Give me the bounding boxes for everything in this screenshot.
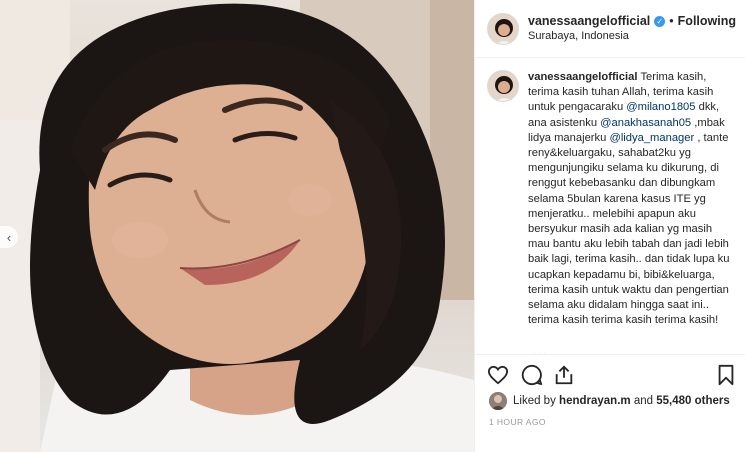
avatar-image: [489, 392, 507, 410]
liked-by-prefix: Liked by: [513, 395, 556, 407]
actions-section: Liked by hendrayan.m and 55,480 others 1…: [475, 354, 745, 452]
chevron-left-icon: ‹: [6, 229, 12, 245]
post-sidebar: vanessaangelofficial ✓ • Following Surab…: [474, 0, 745, 452]
location-link[interactable]: Surabaya, Indonesia: [528, 29, 736, 44]
header-username[interactable]: vanessaangelofficial: [528, 14, 650, 29]
post-timestamp[interactable]: 1 HOUR AGO: [489, 417, 546, 427]
caption-username[interactable]: vanessaangelofficial: [528, 71, 637, 83]
mention-link[interactable]: @lidya_manager: [609, 132, 694, 144]
separator-dot: •: [669, 13, 674, 28]
liker-username[interactable]: hendrayan.m: [559, 395, 631, 407]
avatar[interactable]: [487, 12, 519, 45]
portrait-image: [0, 0, 474, 452]
action-icons: [475, 362, 745, 388]
bookmark-icon: [718, 364, 734, 386]
mention-link[interactable]: @anakhasanah05: [600, 117, 691, 129]
comment-icon: [521, 364, 543, 386]
verified-badge-icon: ✓: [654, 15, 666, 27]
post-header: vanessaangelofficial ✓ • Following Surab…: [475, 0, 745, 58]
share-button[interactable]: [551, 362, 577, 388]
post-photo[interactable]: ‹: [0, 0, 474, 452]
caption-text: vanessaangelofficial Terima kasih, terima…: [528, 70, 732, 328]
caption-part: , tante reny&keluargaku, sahabat2ku yg m…: [528, 131, 730, 327]
share-icon: [555, 365, 573, 385]
likes-others-link[interactable]: 55,480 others: [656, 395, 730, 407]
liker-avatar[interactable]: [489, 392, 507, 410]
following-button[interactable]: Following: [678, 14, 736, 29]
likes-and: and: [633, 395, 654, 407]
caption-avatar[interactable]: [487, 70, 519, 102]
more-comments-indicator[interactable]: ...: [533, 346, 548, 354]
comments-section[interactable]: vanessaangelofficial Terima kasih, terima…: [475, 58, 745, 354]
comment-button[interactable]: [519, 362, 545, 388]
heart-icon: [487, 365, 509, 385]
like-button[interactable]: [485, 362, 511, 388]
avatar-image: [488, 13, 518, 44]
likes-summary: Liked by hendrayan.m and 55,480 others: [489, 392, 730, 410]
mention-link[interactable]: @milano1805: [626, 101, 695, 113]
avatar-image: [488, 71, 518, 101]
caption-row: vanessaangelofficial Terima kasih, terima…: [487, 70, 732, 328]
save-button[interactable]: [713, 362, 739, 388]
